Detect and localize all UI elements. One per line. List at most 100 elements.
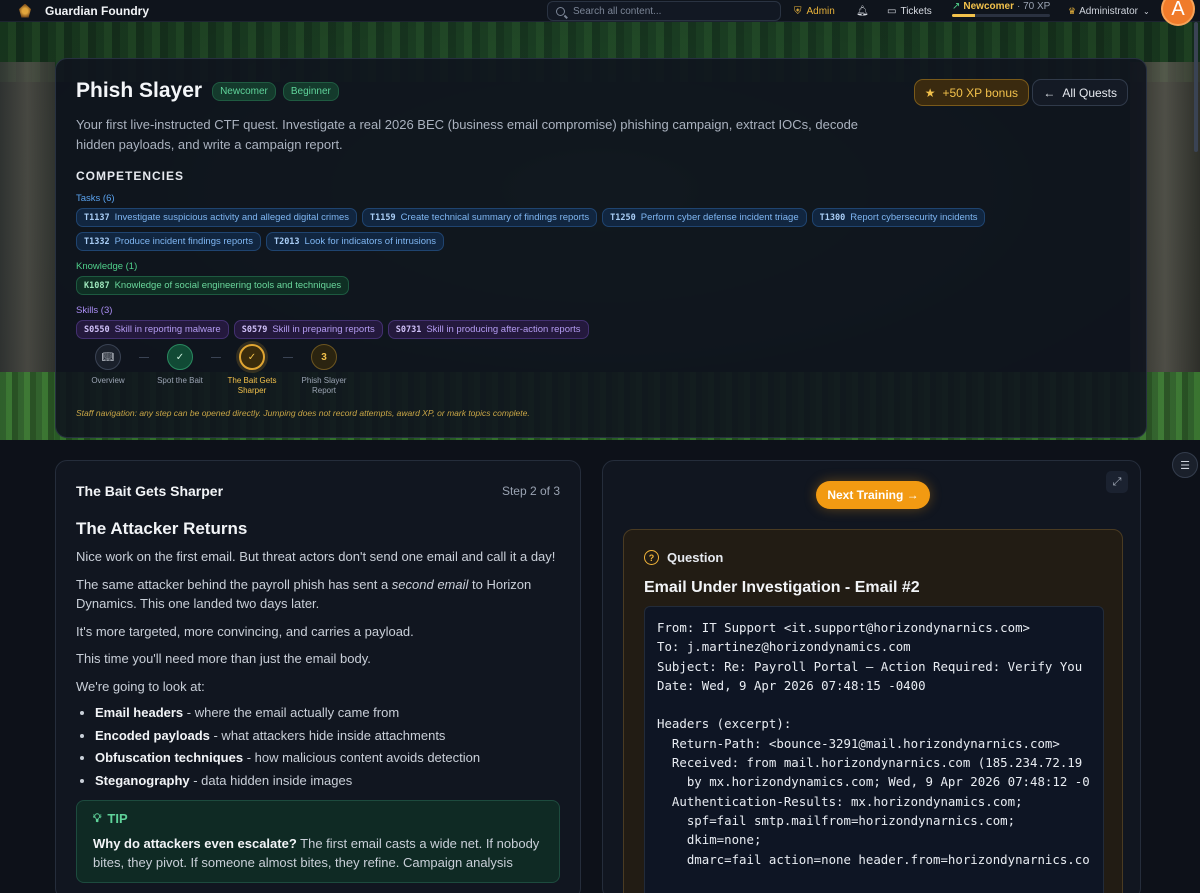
lesson-paragraph: The same attacker behind the payroll phi… [76, 575, 560, 614]
topic-list: Email headers - where the email actually… [76, 702, 560, 792]
tickets-label: Tickets [900, 5, 932, 17]
task-chip-code: T1159 [370, 212, 396, 223]
skill-chip[interactable]: S0579 Skill in preparing reports [233, 320, 383, 339]
task-chip[interactable]: T1250 Perform cyber defense incident tria… [602, 208, 807, 227]
step-item[interactable]: 📖︎ Overview [76, 344, 140, 386]
scrollbar[interactable] [1193, 22, 1199, 432]
search-placeholder: Search all content... [573, 5, 662, 17]
task-chip[interactable]: T1300 Report cybersecurity incidents [811, 208, 986, 227]
sprout-icon: ↗ [952, 1, 961, 12]
task-chip-text: Create technical summary of findings rep… [400, 212, 590, 223]
question-card: ? Question Email Under Investigation - E… [623, 529, 1123, 893]
topic-item: Steganography - data hidden inside image… [95, 770, 560, 793]
topic-name: Obfuscation techniques [95, 750, 244, 765]
topic-name: Encoded payloads [95, 727, 210, 743]
skill-chip[interactable]: S0550 Skill in reporting malware [76, 320, 229, 339]
task-chip-text: Produce incident findings reports [114, 236, 253, 247]
skills-label: Skills (3) [76, 305, 113, 316]
all-quests-button[interactable]: ← All Quests [1032, 79, 1128, 106]
scrollbar-thumb[interactable] [1194, 22, 1198, 152]
admin-link[interactable]: ⛨ Admin [794, 0, 835, 22]
topic-name: Steganography [95, 772, 190, 788]
step-item[interactable]: ✓ Spot the Bait [148, 344, 212, 386]
topic-item: Email headers - where the email actually… [95, 702, 560, 725]
knowledge-chip-code: K1087 [84, 280, 110, 291]
check-icon: ✓ [167, 344, 193, 370]
topic-item: Obfuscation techniques - how malicious c… [95, 747, 560, 770]
app-logo-icon[interactable] [14, 0, 36, 22]
task-chip[interactable]: T1137 Investigate suspicious activity and… [76, 208, 358, 227]
shield-icon: ⛨ [794, 5, 802, 17]
task-chip-code: T1137 [84, 212, 110, 223]
skill-chip-code: S0731 [395, 324, 422, 335]
skills-chip-list: S0550 Skill in reporting malware S0579 Skil… [76, 320, 1076, 339]
knowledge-chip[interactable]: K1087 Knowledge of social engineering too… [76, 276, 350, 295]
difficulty-badge: Beginner [282, 81, 339, 101]
lesson-paragraph: This time you'll need more than just the… [76, 651, 371, 666]
next-training-button[interactable]: Next Training → [816, 481, 930, 509]
question-panel: Next Training → ⤢ ? Question Email Under… [602, 460, 1141, 893]
task-chip-code: T1300 [819, 212, 846, 223]
step-counter: Step 2 of 3 [501, 484, 560, 498]
lesson-panel: The Bait Gets Sharper Step 2 of 3 The At… [55, 460, 581, 893]
quest-header-card: Phish Slayer Newcomer Beginner ★ +50 XP … [55, 58, 1147, 438]
tickets-link[interactable]: ▭ Tickets [887, 0, 932, 22]
knowledge-chip-text: Knowledge of social engineering tools an… [114, 280, 342, 291]
xp-label: · 70 XP [1016, 1, 1051, 12]
task-chip-text: Look for indicators of intrusions [304, 236, 437, 247]
question-icon: ? [644, 550, 659, 565]
lesson-paragraph: Nice work on the first email. But threat… [76, 549, 556, 564]
skill-chip-code: S0579 [241, 324, 268, 335]
task-chip-text: Report cybersecurity incidents [850, 212, 978, 223]
skill-chip[interactable]: S0731 Skill in producing after-action rep… [387, 320, 589, 339]
task-chip-text: Perform cyber defense incident triage [640, 212, 799, 223]
chevron-down-icon: ⌄ [1142, 6, 1150, 16]
user-menu[interactable]: ♛ Administrator ⌄ [1068, 0, 1150, 22]
quest-description: Your first live-instructed CTF quest. In… [76, 117, 859, 152]
tasks-label: Tasks (6) [76, 193, 115, 204]
chat-icon: ▭ [887, 5, 897, 17]
task-chip[interactable]: T1332 Produce incident findings reports [76, 232, 261, 251]
all-quests-label: All Quests [1062, 85, 1117, 100]
rank-badge: Newcomer [212, 81, 276, 101]
xp-progress-fill [952, 14, 975, 17]
search-icon [556, 6, 565, 16]
step-label: Phish Slayer Report [301, 376, 347, 395]
admin-label: Admin [806, 5, 835, 17]
step-item[interactable]: ✓ The Bait Gets Sharper [220, 344, 284, 396]
brand-name[interactable]: Guardian Foundry [45, 4, 149, 18]
skill-chip-text: Skill in preparing reports [272, 324, 375, 335]
task-chip[interactable]: T1159 Create technical summary of finding… [362, 208, 598, 227]
expand-icon[interactable]: ⤢ [1106, 471, 1128, 493]
skill-chip-text: Skill in producing after-action reports [426, 324, 581, 335]
task-chip[interactable]: T2013 Look for indicators of intrusions [265, 232, 445, 251]
step-label: Spot the Bait [157, 376, 203, 385]
tip-title: TIP [107, 811, 128, 826]
competencies-heading: COMPETENCIES [76, 169, 185, 183]
notifications-button[interactable]: 🔔︎ [856, 0, 869, 22]
quest-stepper: 📖︎ Overview ✓ Spot the Bait ✓ The Bait Gets S… [76, 344, 356, 396]
step-label: Overview [91, 376, 125, 385]
xp-bonus-label: +50 XP bonus [942, 85, 1018, 100]
user-label: Administrator [1079, 5, 1138, 17]
lesson-paragraph: It's more targeted, more convincing, and… [76, 623, 414, 639]
tip-text: Why do attackers even escalate? The firs… [93, 834, 543, 872]
topic-description: - how malicious content avoids detection [243, 750, 481, 765]
search-input[interactable]: Search all content... [547, 1, 781, 21]
check-icon: ✓ [239, 344, 265, 370]
text: The same attacker behind the payroll phi… [76, 576, 392, 592]
topic-description: - what attackers hide inside attachments [209, 727, 446, 743]
lightbulb-icon: 💡︎ [93, 811, 102, 825]
task-chip-text: Investigate suspicious activity and alle… [114, 212, 350, 223]
step-item[interactable]: 3 Phish Slayer Report [292, 344, 356, 396]
skill-chip-text: Skill in reporting malware [114, 324, 221, 335]
sidebar-toggle-icon[interactable]: ☰ [1172, 452, 1198, 478]
quest-title: Phish Slayer [76, 79, 203, 102]
email-content: From: IT Support <it.support@horizondyna… [644, 606, 1104, 893]
topic-description: - where the email actually came from [183, 705, 400, 720]
topic-name: Email headers [95, 705, 184, 720]
level-progress[interactable]: ↗ Newcomer · 70 XP [952, 1, 1052, 20]
bell-icon: 🔔︎ [856, 5, 869, 17]
tip-box: 💡︎ TIP Why do attackers even escalate? Th… [76, 800, 560, 883]
question-title: Email Under Investigation - Email #2 [644, 579, 920, 596]
